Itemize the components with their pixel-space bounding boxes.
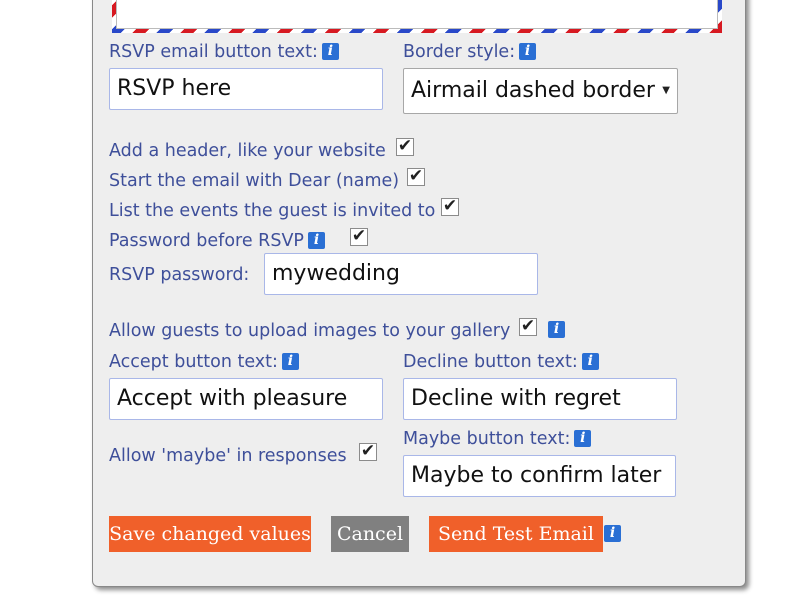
start-dear-checkbox[interactable]: ✔ <box>407 168 425 186</box>
allow-maybe-label: Allow 'maybe' in responses <box>109 446 347 466</box>
border-style-label: Border style: i <box>403 41 537 63</box>
password-before-rsvp-label: Password before RSVP i <box>109 230 325 252</box>
accept-button-text-label: Accept button text: i <box>109 351 299 373</box>
info-icon[interactable]: i <box>281 353 299 370</box>
info-icon[interactable]: i <box>574 430 592 447</box>
add-header-checkbox[interactable]: ✔ <box>396 138 414 156</box>
info-icon[interactable]: i <box>581 353 599 370</box>
add-header-label: Add a header, like your website <box>109 141 386 161</box>
allow-maybe-checkbox[interactable]: ✔ <box>359 443 377 461</box>
info-icon[interactable]: i <box>519 43 537 60</box>
save-button[interactable]: Save changed values <box>109 516 311 552</box>
allow-upload-checkbox[interactable]: ✔ <box>519 318 537 336</box>
airmail-border-preview <box>112 0 722 33</box>
send-test-email-button[interactable]: Send Test Email <box>429 516 603 552</box>
list-events-checkbox[interactable]: ✔ <box>441 198 459 216</box>
maybe-button-text-input[interactable]: Maybe to confirm later <box>403 455 676 497</box>
password-before-rsvp-checkbox[interactable]: ✔ <box>350 228 368 246</box>
decline-button-text-input[interactable]: Decline with regret <box>403 378 677 420</box>
rsvp-password-label: RSVP password: <box>109 265 250 285</box>
allow-upload-label: Allow guests to upload images to your ga… <box>109 321 511 341</box>
email-preview-area <box>116 0 718 29</box>
info-icon[interactable]: i <box>307 232 325 249</box>
border-style-value: Airmail dashed border <box>411 78 655 103</box>
rsvp-password-input[interactable]: mywedding <box>264 253 538 295</box>
decline-button-text-label: Decline button text: i <box>403 351 599 373</box>
cancel-button[interactable]: Cancel <box>331 516 409 552</box>
border-style-select[interactable]: Airmail dashed border ▼ <box>403 68 678 114</box>
info-icon[interactable]: i <box>321 43 339 60</box>
rsvp-button-text-label: RSVP email button text: i <box>109 41 339 63</box>
rsvp-button-text-input[interactable]: RSVP here <box>109 68 383 110</box>
list-events-label: List the events the guest is invited to <box>109 201 436 221</box>
accept-button-text-input[interactable]: Accept with pleasure <box>109 378 383 420</box>
maybe-button-text-label: Maybe button text: i <box>403 428 592 450</box>
start-dear-label: Start the email with Dear (name) <box>109 171 400 191</box>
info-icon[interactable]: i <box>604 525 621 542</box>
chevron-down-icon: ▼ <box>662 85 670 96</box>
info-icon[interactable]: i <box>548 321 565 338</box>
